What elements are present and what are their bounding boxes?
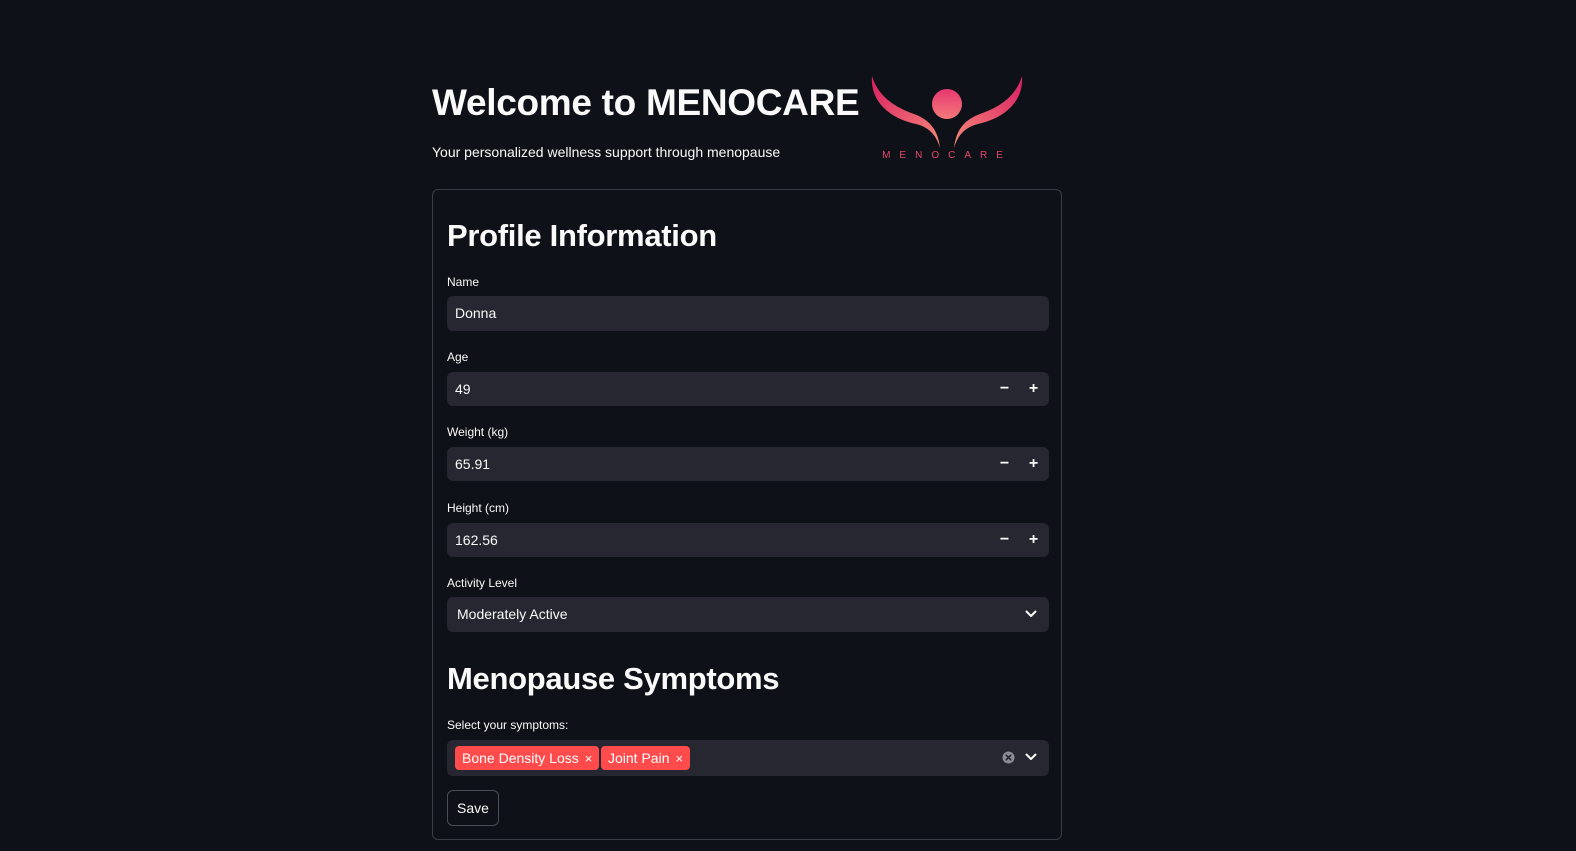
height-label: Height (cm) (447, 501, 510, 515)
weight-decrement-button[interactable]: − (990, 447, 1019, 482)
profile-form: Profile Information Name Donna Age 49 − … (432, 189, 1062, 840)
page-title: Welcome to MENOCARE (432, 82, 860, 123)
symptom-tag-label: Bone Density Loss (462, 750, 579, 766)
symptom-tag-label: Joint Pain (608, 750, 670, 766)
name-label: Name (447, 275, 480, 289)
symptom-tag[interactable]: Bone Density Loss × (455, 746, 600, 770)
page-subtitle: Your personalized wellness support throu… (432, 144, 781, 160)
height-decrement-button[interactable]: − (990, 523, 1019, 558)
age-value: 49 (455, 381, 471, 397)
menocare-logo: MENOCARE (871, 76, 1023, 161)
activity-level-value: Moderately Active (457, 606, 568, 622)
close-icon[interactable]: × (675, 751, 683, 766)
symptom-tag[interactable]: Joint Pain × (601, 746, 691, 770)
weight-increment-button[interactable]: + (1019, 447, 1048, 482)
age-decrement-button[interactable]: − (990, 372, 1019, 407)
symptoms-label: Select your symptoms: (447, 718, 569, 732)
age-label: Age (447, 350, 469, 364)
age-input[interactable]: 49 − + (447, 372, 1049, 406)
height-value: 162.56 (455, 532, 498, 548)
clear-icon[interactable] (1002, 751, 1015, 764)
age-increment-button[interactable]: + (1019, 372, 1048, 407)
app-root: Welcome to MENOCARE Your personalized we… (0, 0, 1576, 851)
chevron-down-icon[interactable] (1025, 752, 1037, 762)
logo-wordmark: MENOCARE (882, 150, 1012, 161)
height-increment-button[interactable]: + (1019, 523, 1048, 558)
profile-section-title: Profile Information (447, 218, 717, 253)
symptoms-multiselect[interactable]: Bone Density Loss × Joint Pain × (447, 740, 1049, 776)
height-input[interactable]: 162.56 − + (447, 523, 1049, 557)
close-icon[interactable]: × (585, 751, 593, 766)
header: Welcome to MENOCARE Your personalized we… (432, 76, 1062, 178)
chevron-down-icon[interactable] (1025, 609, 1037, 619)
weight-label: Weight (kg) (447, 425, 509, 439)
save-button[interactable]: Save (447, 790, 499, 826)
name-input[interactable]: Donna (447, 296, 1049, 331)
name-value: Donna (455, 305, 497, 321)
activity-level-select[interactable]: Moderately Active (447, 597, 1049, 632)
weight-input[interactable]: 65.91 − + (447, 447, 1049, 481)
symptoms-section-title: Menopause Symptoms (447, 661, 780, 696)
activity-level-label: Activity Level (447, 576, 518, 590)
weight-value: 65.91 (455, 456, 491, 472)
